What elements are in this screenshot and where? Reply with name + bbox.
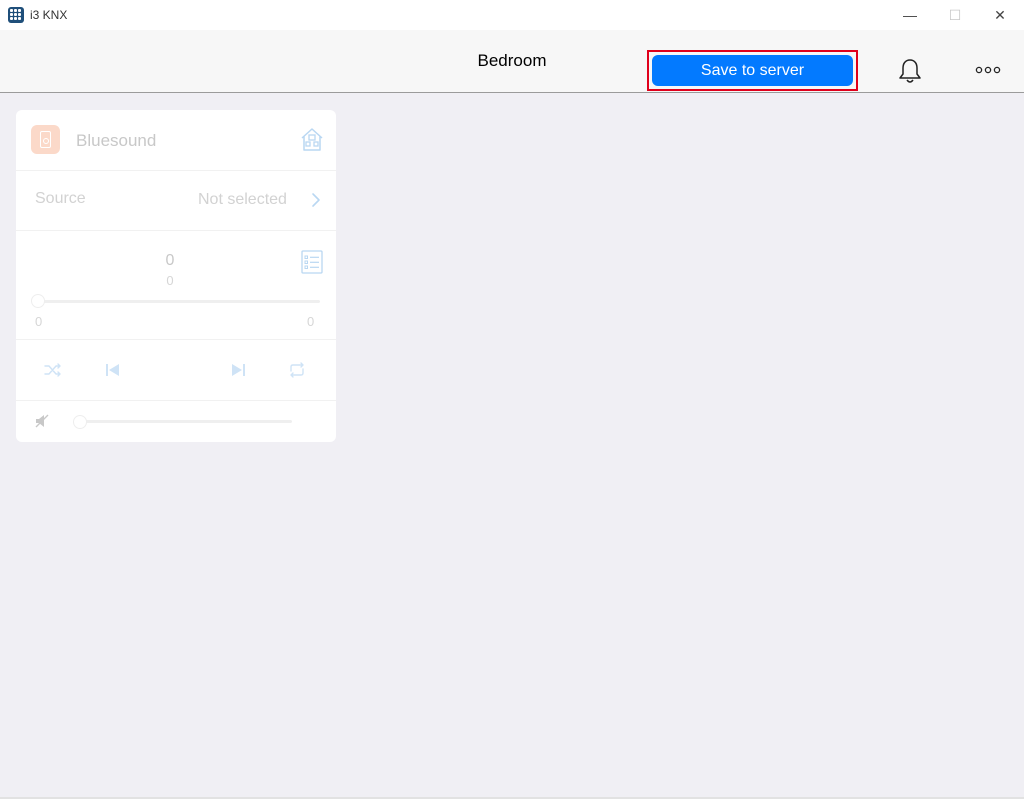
- source-label: Source: [35, 190, 86, 207]
- page-header: Bedroom Save to server: [0, 30, 1024, 93]
- window-titlebar: i3 KNX — ☐ ✕: [0, 0, 1024, 30]
- speaker-icon: [31, 125, 60, 154]
- track-title: 0: [165, 252, 175, 269]
- close-button[interactable]: ✕: [977, 0, 1023, 30]
- minimize-icon: —: [903, 7, 917, 23]
- save-button-highlight: Save to server: [647, 50, 858, 91]
- window-title: i3 KNX: [30, 8, 68, 22]
- shuffle-icon[interactable]: [44, 362, 62, 378]
- close-icon: ✕: [994, 6, 1006, 23]
- total-time: 0: [307, 314, 315, 329]
- page-title: Bedroom: [477, 51, 547, 70]
- app-logo-icon: [8, 7, 24, 23]
- progress-slider-track[interactable]: [38, 300, 320, 303]
- next-track-icon[interactable]: [229, 362, 247, 378]
- device-name: Bluesound: [76, 131, 157, 150]
- source-value[interactable]: Not selected: [198, 191, 287, 209]
- maximize-button[interactable]: ☐: [932, 0, 978, 30]
- save-to-server-button[interactable]: Save to server: [652, 55, 853, 86]
- device-header-row: [16, 110, 336, 171]
- volume-slider-track[interactable]: [80, 420, 292, 423]
- previous-track-icon[interactable]: [104, 362, 122, 378]
- volume-slider-thumb[interactable]: [73, 415, 87, 429]
- maximize-icon: ☐: [948, 6, 962, 23]
- bell-icon[interactable]: [897, 57, 923, 85]
- progress-slider-thumb[interactable]: [31, 294, 45, 308]
- bluesound-device-card: Bluesound Source Not selected 0 0 0 0: [16, 110, 336, 442]
- elapsed-time: 0: [35, 314, 43, 329]
- minimize-button[interactable]: —: [887, 0, 933, 30]
- chevron-right-icon[interactable]: [311, 192, 321, 208]
- house-icon[interactable]: [300, 126, 324, 152]
- track-artist: 0: [166, 273, 174, 288]
- playlist-icon[interactable]: [301, 250, 323, 274]
- repeat-icon[interactable]: [288, 362, 306, 378]
- mute-icon[interactable]: [35, 413, 49, 429]
- more-dots-icon[interactable]: [974, 62, 1002, 78]
